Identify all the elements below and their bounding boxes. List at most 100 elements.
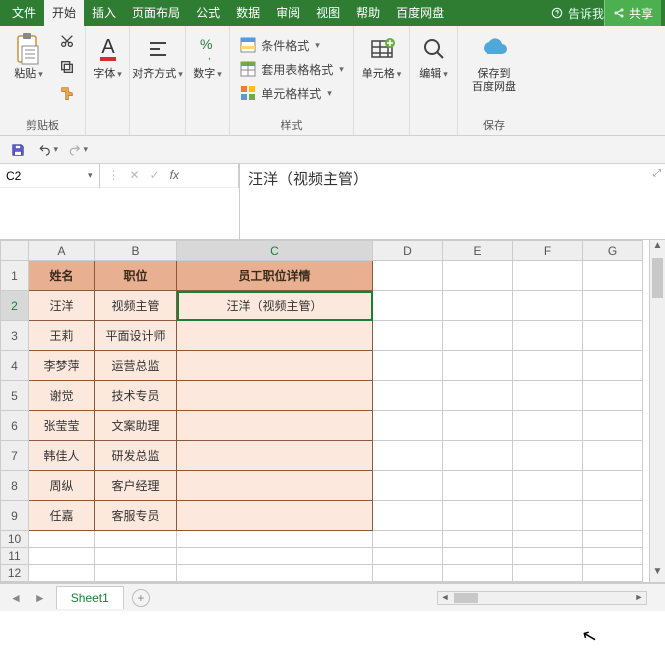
cell-B6[interactable]: 文案助理 — [95, 411, 177, 441]
cell-F3[interactable] — [513, 321, 583, 351]
cell-E12[interactable] — [443, 565, 513, 582]
menu-公式[interactable]: 公式 — [188, 0, 228, 26]
scroll-down-icon[interactable]: ▼ — [650, 566, 665, 582]
cell-A10[interactable] — [29, 531, 95, 548]
tell-me[interactable]: 告诉我 — [550, 5, 604, 22]
cell-G4[interactable] — [583, 351, 643, 381]
cell-C11[interactable] — [177, 548, 373, 565]
table-format-button[interactable]: 套用表格格式▾ — [239, 60, 344, 78]
cell-D2[interactable] — [373, 291, 443, 321]
cell-C5[interactable] — [177, 381, 373, 411]
cell-A7[interactable]: 韩佳人 — [29, 441, 95, 471]
cell-D10[interactable] — [373, 531, 443, 548]
cell-B8[interactable]: 客户经理 — [95, 471, 177, 501]
cell-E6[interactable] — [443, 411, 513, 441]
cell-E1[interactable] — [443, 261, 513, 291]
scroll-thumb[interactable] — [652, 258, 663, 298]
cell-E9[interactable] — [443, 501, 513, 531]
cell-E3[interactable] — [443, 321, 513, 351]
editing-button[interactable]: 编辑▾ — [413, 30, 455, 83]
cell-D7[interactable] — [373, 441, 443, 471]
col-header-E[interactable]: E — [443, 241, 513, 261]
menu-开始[interactable]: 开始 — [44, 0, 84, 26]
cell-B10[interactable] — [95, 531, 177, 548]
hscroll-thumb[interactable] — [454, 593, 478, 603]
row-header-3[interactable]: 3 — [1, 321, 29, 351]
cell-style-button[interactable]: 单元格样式▾ — [239, 84, 332, 102]
row-header-4[interactable]: 4 — [1, 351, 29, 381]
cell-A6[interactable]: 张莹莹 — [29, 411, 95, 441]
row-header-10[interactable]: 10 — [1, 531, 29, 548]
confirm-icon[interactable]: ✓ — [150, 168, 160, 182]
fx-icon[interactable]: fx — [170, 168, 179, 182]
menu-页面布局[interactable]: 页面布局 — [124, 0, 188, 26]
cell-F9[interactable] — [513, 501, 583, 531]
share-button[interactable]: 共享 — [604, 0, 661, 26]
menu-插入[interactable]: 插入 — [84, 0, 124, 26]
add-sheet-button[interactable]: + — [132, 589, 150, 607]
cell-G6[interactable] — [583, 411, 643, 441]
row-header-5[interactable]: 5 — [1, 381, 29, 411]
cell-B3[interactable]: 平面设计师 — [95, 321, 177, 351]
cell-D4[interactable] — [373, 351, 443, 381]
row-header-11[interactable]: 11 — [1, 548, 29, 565]
cancel-icon[interactable]: ✕ — [130, 168, 140, 182]
menu-审阅[interactable]: 审阅 — [268, 0, 308, 26]
paste-button[interactable]: 粘贴▾ — [8, 30, 50, 83]
scroll-up-icon[interactable]: ▲ — [650, 240, 665, 256]
cell-D3[interactable] — [373, 321, 443, 351]
cell-B5[interactable]: 技术专员 — [95, 381, 177, 411]
sheet-tab[interactable]: Sheet1 — [56, 586, 124, 609]
cell-A11[interactable] — [29, 548, 95, 565]
cell-C4[interactable] — [177, 351, 373, 381]
scroll-left-icon[interactable]: ◄ — [438, 592, 452, 604]
cell-C6[interactable] — [177, 411, 373, 441]
cell-A12[interactable] — [29, 565, 95, 582]
number-button[interactable]: %, 数字▾ — [187, 30, 229, 83]
undo-button[interactable]: ▾ — [38, 140, 58, 160]
cell-C12[interactable] — [177, 565, 373, 582]
cell-A8[interactable]: 周纵 — [29, 471, 95, 501]
copy-button[interactable] — [56, 56, 78, 78]
cell-D5[interactable] — [373, 381, 443, 411]
conditional-format-button[interactable]: 条件格式▾ — [239, 36, 320, 54]
cells-button[interactable]: 单元格▾ — [358, 30, 406, 83]
cell-F2[interactable] — [513, 291, 583, 321]
spreadsheet-grid[interactable]: ABCDEFG1姓名职位员工职位详情2汪洋视频主管汪洋（视频主管）3王莉平面设计… — [0, 240, 665, 583]
cell-D12[interactable] — [373, 565, 443, 582]
cell-B9[interactable]: 客服专员 — [95, 501, 177, 531]
cell-F10[interactable] — [513, 531, 583, 548]
cell-B7[interactable]: 研发总监 — [95, 441, 177, 471]
row-header-2[interactable]: 2 — [1, 291, 29, 321]
menu-百度网盘[interactable]: 百度网盘 — [388, 0, 452, 26]
cell-F8[interactable] — [513, 471, 583, 501]
menu-文件[interactable]: 文件 — [4, 0, 44, 26]
cell-D9[interactable] — [373, 501, 443, 531]
cell-E11[interactable] — [443, 548, 513, 565]
cell-B12[interactable] — [95, 565, 177, 582]
cell-C10[interactable] — [177, 531, 373, 548]
cell-B11[interactable] — [95, 548, 177, 565]
cell-C7[interactable] — [177, 441, 373, 471]
redo-button[interactable]: ▾ — [68, 140, 88, 160]
alignment-button[interactable]: 对齐方式▾ — [128, 30, 187, 83]
cell-D1[interactable] — [373, 261, 443, 291]
cell-B4[interactable]: 运营总监 — [95, 351, 177, 381]
menu-数据[interactable]: 数据 — [228, 0, 268, 26]
cell-D11[interactable] — [373, 548, 443, 565]
cell-G12[interactable] — [583, 565, 643, 582]
cell-G11[interactable] — [583, 548, 643, 565]
format-painter-button[interactable] — [56, 82, 78, 104]
cell-C9[interactable] — [177, 501, 373, 531]
cell-A4[interactable]: 李梦萍 — [29, 351, 95, 381]
cell-E8[interactable] — [443, 471, 513, 501]
cell-G1[interactable] — [583, 261, 643, 291]
tab-nav-prev[interactable]: ◄ — [8, 591, 24, 605]
col-header-A[interactable]: A — [29, 241, 95, 261]
col-header-F[interactable]: F — [513, 241, 583, 261]
tab-nav-next[interactable]: ► — [32, 591, 48, 605]
horizontal-scrollbar[interactable]: ◄ ► — [437, 591, 647, 605]
cell-F4[interactable] — [513, 351, 583, 381]
cell-B2[interactable]: 视频主管 — [95, 291, 177, 321]
cell-A2[interactable]: 汪洋 — [29, 291, 95, 321]
